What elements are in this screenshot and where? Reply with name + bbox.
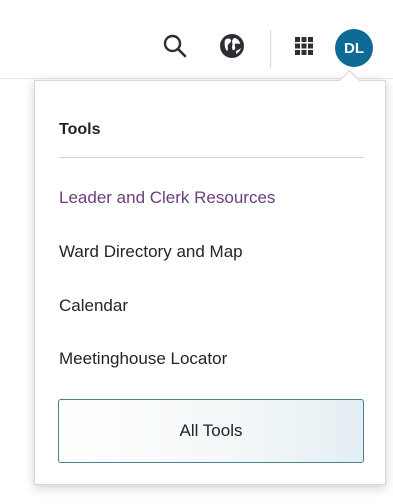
user-avatar[interactable]: DL [335, 29, 373, 67]
tools-section-title: Tools [59, 121, 101, 138]
menu-item-ward-directory-and-map[interactable]: Ward Directory and Map [59, 242, 243, 262]
language-button[interactable] [217, 31, 247, 61]
header-divider [270, 30, 271, 68]
globe-icon [220, 34, 244, 58]
search-icon [163, 34, 187, 58]
menu-item-calendar[interactable]: Calendar [59, 296, 128, 316]
apps-button[interactable] [290, 32, 318, 60]
section-divider [59, 157, 364, 158]
search-button[interactable] [161, 32, 189, 60]
menu-item-meetinghouse-locator[interactable]: Meetinghouse Locator [59, 349, 227, 369]
tools-dropdown: Tools Leader and Clerk Resources Ward Di… [34, 80, 386, 485]
top-header: DL [0, 0, 393, 79]
all-tools-button[interactable]: All Tools [58, 399, 364, 463]
menu-item-leader-and-clerk-resources[interactable]: Leader and Clerk Resources [59, 188, 275, 208]
apps-grid-icon [295, 37, 313, 55]
